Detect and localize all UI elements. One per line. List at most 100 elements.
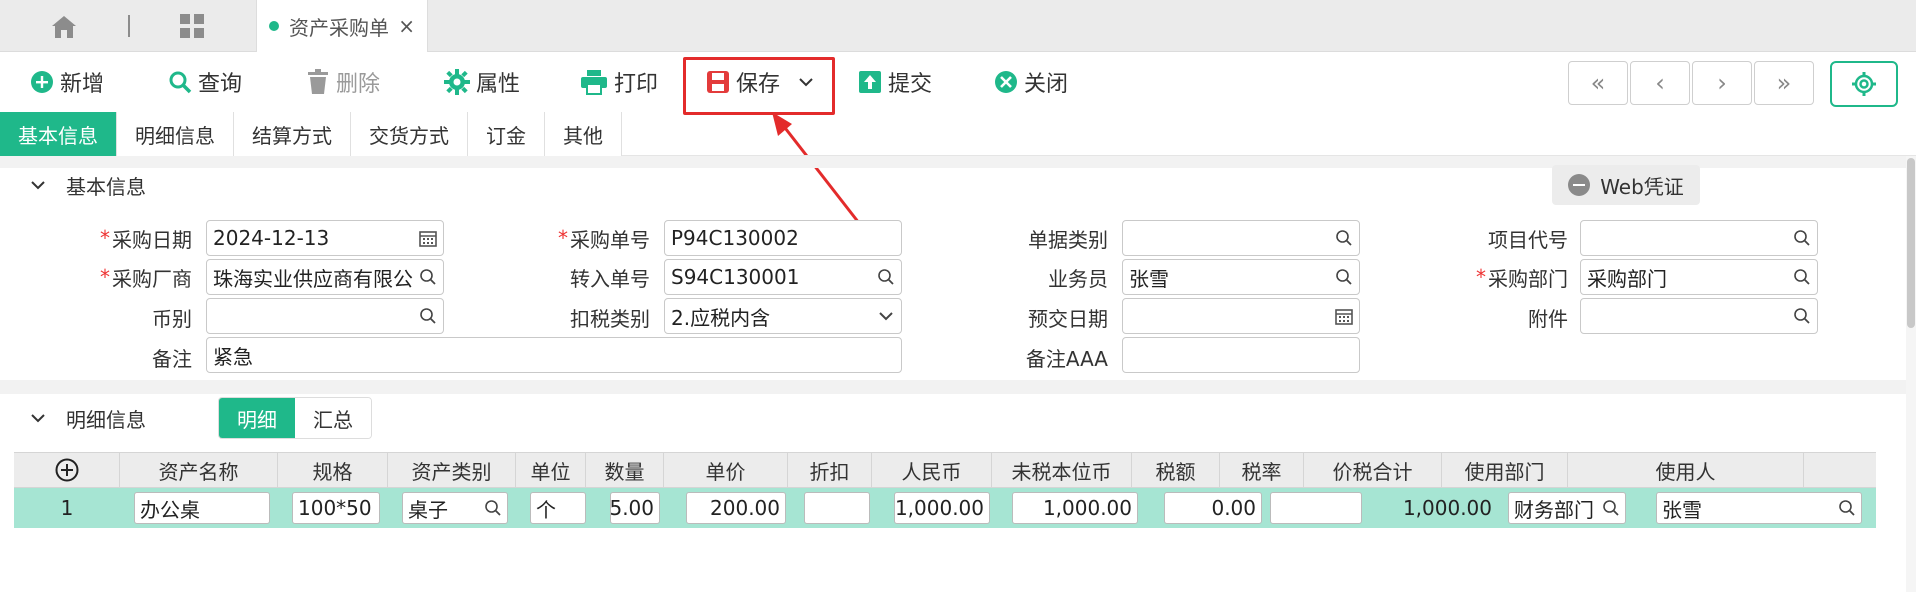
tax-type-select[interactable]: 2.应税内含 (664, 298, 902, 334)
transfer-no-label: 转入单号 (570, 266, 650, 291)
purchase-date-field[interactable]: 2024-12-13 (206, 220, 444, 256)
tab-detail-info[interactable]: 明细信息 (117, 112, 234, 156)
dept-field[interactable]: 采购部门 (1580, 259, 1818, 295)
transfer-no-field[interactable]: S94C130001 (664, 259, 902, 295)
tab-basic-info[interactable]: 基本信息 (0, 112, 117, 156)
purchase-no-field[interactable]: P94C130002 (664, 220, 902, 256)
search-icon[interactable] (1787, 299, 1817, 333)
pre-date-field[interactable] (1122, 298, 1360, 334)
col-category: 资产类别 (388, 453, 516, 487)
remark-aaa-label: 备注AAA (1025, 346, 1108, 371)
remark-aaa-field[interactable] (1122, 337, 1360, 373)
last-record-button[interactable]: » (1754, 61, 1814, 105)
next-record-button[interactable]: › (1692, 61, 1752, 105)
vertical-scrollbar[interactable] (1906, 156, 1916, 592)
cell-spec[interactable]: 100*50 (292, 492, 380, 524)
cell-user[interactable]: 张雪 (1656, 492, 1862, 524)
search-icon[interactable] (413, 260, 443, 294)
settings-button[interactable] (1830, 61, 1898, 107)
salesman-label: 业务员 (1048, 266, 1108, 291)
chevron-down-icon[interactable] (871, 299, 901, 333)
search-icon (485, 500, 501, 516)
cell-discount[interactable] (804, 492, 870, 524)
tab-detail[interactable]: 明细 (219, 398, 295, 438)
search-icon[interactable] (1329, 221, 1359, 255)
attachment-field[interactable] (1580, 298, 1818, 334)
doc-type-label: 单据类别 (1028, 227, 1108, 252)
col-unit: 单位 (516, 453, 586, 487)
plus-circle-icon (55, 458, 78, 482)
col-qty: 数量 (586, 453, 664, 487)
col-user: 使用人 (1568, 453, 1804, 487)
vendor-field[interactable]: 珠海实业供应商有限公司 (206, 259, 444, 295)
project-code-label: 项目代号 (1488, 227, 1568, 252)
first-record-button[interactable]: « (1568, 61, 1628, 105)
col-untaxed: 未税本位币 (992, 453, 1132, 487)
doc-type-field[interactable] (1122, 220, 1360, 256)
tab-delivery[interactable]: 交货方式 (351, 112, 468, 156)
col-total: 价税合计 (1304, 453, 1442, 487)
col-tax-rate: 税率 (1220, 453, 1304, 487)
cell-unit[interactable]: 个 (530, 492, 586, 524)
calendar-icon[interactable] (413, 221, 443, 255)
vendor-label: * 采购厂商 (100, 265, 192, 291)
search-icon (1603, 500, 1619, 516)
web-voucher-button[interactable]: Web凭证 (1552, 165, 1700, 205)
remark-label: 备注 (152, 346, 192, 371)
cell-category[interactable]: 桌子 (402, 492, 508, 524)
currency-field[interactable] (206, 298, 444, 334)
search-icon[interactable] (413, 299, 443, 333)
attachment-label: 附件 (1528, 306, 1568, 331)
cell-qty[interactable]: 5.00 (610, 492, 660, 524)
tax-type-label: 扣税类别 (570, 306, 650, 331)
add-row-button[interactable] (14, 453, 120, 487)
col-rmb: 人民币 (872, 453, 992, 487)
currency-label: 币别 (152, 306, 192, 331)
search-icon[interactable] (871, 260, 901, 294)
tab-deposit[interactable]: 订金 (468, 112, 545, 156)
remark-field[interactable]: 紧急 (206, 337, 902, 373)
purchase-no-label: * 采购单号 (558, 226, 650, 252)
cell-asset-name[interactable]: 办公桌 (134, 492, 270, 524)
first-icon: « (1590, 69, 1606, 97)
prev-icon: ‹ (1655, 69, 1665, 97)
web-voucher-label: Web凭证 (1600, 174, 1684, 199)
chevron-down-icon (31, 181, 45, 190)
basic-info-title: 基本信息 (66, 174, 146, 199)
detail-subtabs: 明细 汇总 (218, 397, 372, 439)
scrollbar-thumb[interactable] (1907, 158, 1915, 328)
cell-untaxed[interactable]: 1,000.00 (1012, 492, 1138, 524)
col-discount: 折扣 (788, 453, 872, 487)
divider-strip (0, 380, 1906, 394)
tab-settlement[interactable]: 结算方式 (234, 112, 351, 156)
cell-tax[interactable]: 0.00 (1164, 492, 1262, 524)
col-dept: 使用部门 (1442, 453, 1568, 487)
table-row[interactable]: 1 办公桌 100*50 桌子 个 5.00 200.00 1,000.00 1… (14, 488, 1876, 528)
project-code-field[interactable] (1580, 220, 1818, 256)
dept-label: * 采购部门 (1476, 265, 1568, 291)
cell-tax-rate[interactable] (1270, 492, 1362, 524)
minus-circle-icon (1568, 174, 1591, 196)
cell-dept[interactable]: 财务部门 (1508, 492, 1626, 524)
col-price: 单价 (664, 453, 788, 487)
settings-gear-icon (1852, 72, 1876, 96)
calendar-icon[interactable] (1329, 299, 1359, 333)
search-icon[interactable] (1787, 260, 1817, 294)
detail-info-title: 明细信息 (66, 407, 146, 432)
pre-date-label: 预交日期 (1028, 306, 1108, 331)
col-tax: 税额 (1132, 453, 1220, 487)
salesman-field[interactable]: 张雪 (1122, 259, 1360, 295)
last-icon: » (1776, 69, 1792, 97)
col-asset-name: 资产名称 (120, 453, 278, 487)
col-spec: 规格 (278, 453, 388, 487)
cell-rmb[interactable]: 1,000.00 (894, 492, 990, 524)
search-icon[interactable] (1329, 260, 1359, 294)
tab-summary[interactable]: 汇总 (295, 398, 371, 438)
row-number: 1 (60, 496, 74, 520)
next-icon: › (1717, 69, 1727, 97)
cell-price[interactable]: 200.00 (686, 492, 786, 524)
search-icon[interactable] (1787, 221, 1817, 255)
prev-record-button[interactable]: ‹ (1630, 61, 1690, 105)
tab-other[interactable]: 其他 (545, 112, 622, 156)
search-icon (1839, 500, 1855, 516)
